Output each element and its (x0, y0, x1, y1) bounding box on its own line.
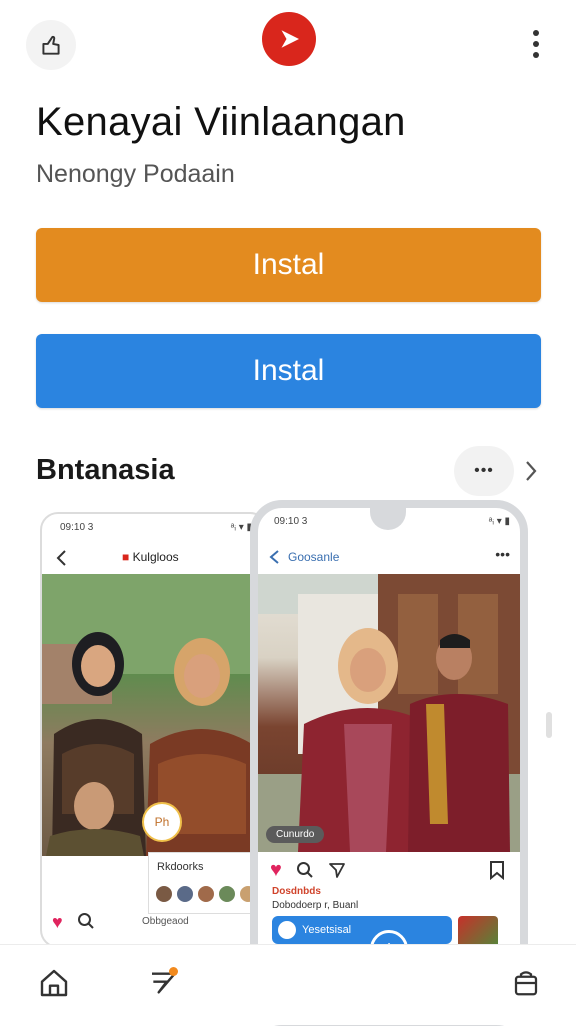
app-title: Kenayai Viinlaangan (36, 100, 406, 144)
nav-home[interactable] (34, 963, 74, 1003)
send-icon[interactable] (328, 861, 346, 879)
couple-photo (258, 574, 520, 852)
screen-title: ■ Kulgloos (122, 550, 179, 564)
bottom-nav (0, 944, 576, 1025)
chevron-right-icon (526, 461, 537, 481)
comment-bar[interactable]: Yesetsisal (272, 916, 452, 944)
avatar (278, 921, 296, 939)
app-logo (262, 12, 316, 66)
bookmark-icon[interactable] (488, 860, 506, 880)
avatar-row (155, 885, 257, 903)
nav-shopping-bag[interactable] (506, 963, 546, 1003)
family-photo: Ph (42, 574, 266, 856)
search-icon[interactable] (296, 861, 314, 879)
avatar (218, 885, 236, 903)
section-next-button[interactable] (516, 452, 546, 490)
play-logo-icon (281, 30, 299, 48)
post-description: Dobodoerp r, Buanl (272, 900, 359, 911)
avatar (197, 885, 215, 903)
share-icon (42, 35, 60, 55)
comment-text: Yesetsisal (302, 924, 352, 936)
top-bar (0, 0, 576, 96)
notification-dot (169, 967, 178, 976)
post-brand: Dosdnbds (272, 886, 321, 897)
install-button-primary[interactable]: Instal (36, 228, 541, 302)
screen-title-text: Kulgloos (132, 550, 179, 564)
heart-icon[interactable]: ♥ (270, 860, 282, 880)
status-icons: ᵃᵢ ▾ ▮ (230, 522, 252, 533)
section-more-button[interactable]: ••• (454, 446, 514, 496)
more-options-button[interactable] (520, 26, 552, 62)
shopping-bag-icon (514, 971, 538, 996)
post-handle: Obbgeaod (142, 916, 189, 927)
ph-badge: Ph (142, 802, 182, 842)
more-horiz-icon[interactable]: ••• (495, 546, 510, 562)
status-time: 09:10 3 (274, 516, 308, 527)
status-icons: ᵃᵢ ▾ ▮ (488, 516, 510, 527)
heart-icon[interactable]: ♥ (52, 912, 63, 933)
avatar (176, 885, 194, 903)
post-actions: ♥ (270, 860, 346, 880)
search-icon[interactable] (77, 912, 95, 930)
photo-illustration (258, 574, 520, 852)
developer-name[interactable]: Nenongy Podaain (36, 160, 235, 189)
screenshot-left[interactable]: 09:10 3 ᵃᵢ ▾ ▮ ■ Kulgloos Ph Rkdoorks ♥ … (40, 512, 268, 948)
status-time: 09:10 3 (60, 522, 94, 533)
photo-tag[interactable]: Cunurdo (266, 826, 325, 843)
avatar (155, 885, 173, 903)
nav-apps[interactable] (144, 963, 184, 1003)
screen-title: Goosanle (288, 550, 340, 564)
post-actions: ♥ (52, 912, 95, 933)
lock-icon: ■ (122, 550, 130, 564)
back-arrow-icon (269, 550, 279, 564)
more-horiz-icon: ••• (474, 462, 494, 479)
more-vert-icon (533, 30, 539, 58)
scrollbar-handle[interactable] (546, 712, 552, 738)
caption-text: Rkdoorks (157, 861, 204, 873)
share-button[interactable] (26, 20, 76, 70)
section-title: Bntanasia (36, 454, 175, 486)
install-button-secondary[interactable]: Instal (36, 334, 541, 408)
home-icon (40, 969, 68, 997)
back-arrow-icon (56, 550, 66, 566)
phone-notch (370, 508, 406, 530)
